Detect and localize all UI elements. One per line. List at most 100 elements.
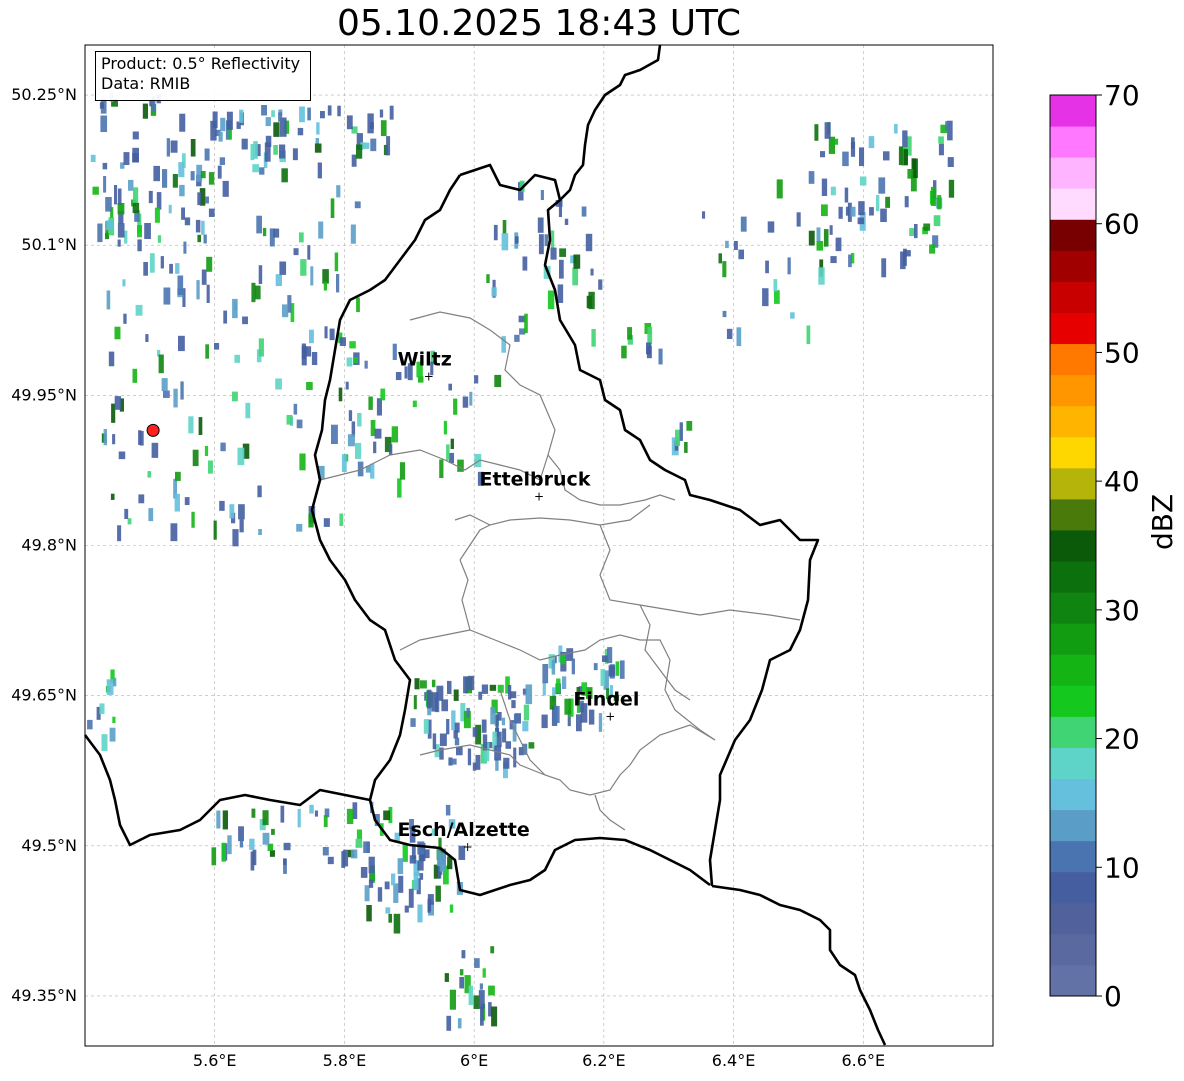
echo-cell bbox=[206, 256, 213, 272]
colorbar-segment bbox=[1050, 312, 1096, 345]
echo-cell bbox=[581, 206, 587, 217]
echo-cell bbox=[279, 261, 287, 275]
echo-cell bbox=[513, 747, 517, 768]
colorbar-segment bbox=[1050, 685, 1096, 717]
echo-cell bbox=[346, 808, 354, 824]
echo-cell bbox=[474, 958, 480, 968]
echo-cell bbox=[914, 224, 918, 239]
echo-cell bbox=[814, 124, 819, 141]
echo-cell bbox=[256, 215, 262, 234]
echo-cell bbox=[269, 850, 275, 857]
colorbar-segment bbox=[1050, 871, 1096, 904]
echo-cell bbox=[392, 343, 397, 360]
echo-cell bbox=[497, 712, 502, 721]
echo-cell bbox=[339, 337, 346, 346]
echo-cell bbox=[177, 275, 184, 295]
echo-cell bbox=[787, 257, 791, 275]
echo-cell bbox=[349, 341, 356, 349]
border-germany-belgium bbox=[559, 44, 662, 201]
colorbar-segment bbox=[1050, 157, 1096, 189]
echo-cell bbox=[514, 334, 520, 342]
echo-cell bbox=[341, 454, 347, 472]
echo-cell bbox=[417, 861, 424, 871]
colorbar-segment bbox=[1050, 933, 1096, 966]
echo-cell bbox=[525, 684, 533, 705]
echo-cell bbox=[183, 241, 187, 254]
echo-cell bbox=[454, 722, 460, 733]
echo-cell bbox=[117, 525, 122, 542]
echo-cell bbox=[123, 152, 130, 165]
echo-cell bbox=[178, 335, 185, 352]
data-source-label: Data: RMIB bbox=[101, 74, 191, 93]
echo-cell bbox=[472, 727, 478, 737]
echo-cell bbox=[554, 705, 560, 723]
echo-cell bbox=[117, 203, 125, 215]
echo-cell bbox=[820, 151, 826, 158]
echo-cell bbox=[821, 178, 828, 196]
echo-cell bbox=[242, 316, 248, 325]
echo-cell bbox=[523, 704, 530, 721]
echo-cell bbox=[282, 304, 289, 318]
echo-cell bbox=[102, 162, 108, 170]
echo-cell bbox=[478, 691, 483, 700]
echo-cell bbox=[547, 290, 555, 310]
city-label: Findel bbox=[573, 689, 639, 711]
echo-cell bbox=[99, 102, 105, 109]
echo-cell bbox=[515, 236, 519, 244]
echo-cell bbox=[550, 230, 555, 249]
echo-cell bbox=[417, 904, 423, 923]
echo-cell bbox=[386, 136, 391, 156]
echo-cell bbox=[220, 117, 226, 132]
colorbar-segment bbox=[1050, 374, 1096, 407]
echo-cell bbox=[366, 905, 372, 922]
echo-cell bbox=[573, 254, 581, 269]
echo-cell bbox=[411, 845, 416, 860]
echo-cell bbox=[101, 734, 108, 751]
echo-cell bbox=[190, 139, 196, 157]
echo-cell bbox=[347, 434, 355, 447]
echo-cell bbox=[87, 719, 93, 730]
echo-cell bbox=[221, 842, 226, 862]
echo-cell bbox=[501, 717, 506, 726]
echo-cell bbox=[364, 360, 368, 369]
echo-cell bbox=[351, 849, 358, 859]
echo-cell bbox=[279, 144, 286, 159]
echo-cell bbox=[106, 290, 111, 310]
echo-cell bbox=[388, 444, 393, 456]
echo-cell bbox=[144, 223, 151, 240]
city-marker-plus: + bbox=[605, 710, 615, 724]
echo-cell bbox=[590, 268, 594, 276]
echo-cell bbox=[796, 212, 801, 227]
echo-cell bbox=[468, 985, 474, 1006]
lon-tick-label: 5.6°E bbox=[193, 1051, 237, 1070]
echo-cell bbox=[385, 907, 391, 914]
echo-cell bbox=[559, 259, 564, 279]
echo-cell bbox=[598, 713, 603, 732]
echo-cell bbox=[297, 808, 301, 828]
echo-cell bbox=[419, 873, 424, 880]
echo-cell bbox=[537, 217, 544, 233]
echo-cell bbox=[647, 327, 653, 345]
echo-cell bbox=[591, 329, 596, 347]
echo-cell bbox=[191, 511, 195, 528]
echo-cell bbox=[446, 1015, 452, 1031]
echo-cell bbox=[938, 143, 944, 156]
echo-cell bbox=[360, 867, 368, 878]
echo-cell bbox=[459, 977, 464, 989]
echo-cell bbox=[180, 381, 184, 400]
echo-cell bbox=[314, 810, 318, 817]
echo-cell bbox=[475, 754, 481, 770]
colorbar-segment bbox=[1050, 126, 1096, 158]
product-label: Product: 0.5° Reflectivity bbox=[101, 54, 301, 73]
echo-cell bbox=[945, 121, 951, 131]
echo-cell bbox=[299, 453, 306, 471]
echo-cell bbox=[267, 843, 274, 851]
echo-cell bbox=[408, 888, 414, 908]
echo-cell bbox=[226, 111, 233, 130]
echo-cell bbox=[824, 122, 831, 139]
echo-cell bbox=[439, 459, 444, 479]
echo-cell bbox=[142, 103, 149, 119]
echo-cell bbox=[227, 835, 232, 855]
echo-cell bbox=[219, 500, 225, 511]
echo-cell bbox=[765, 260, 769, 274]
